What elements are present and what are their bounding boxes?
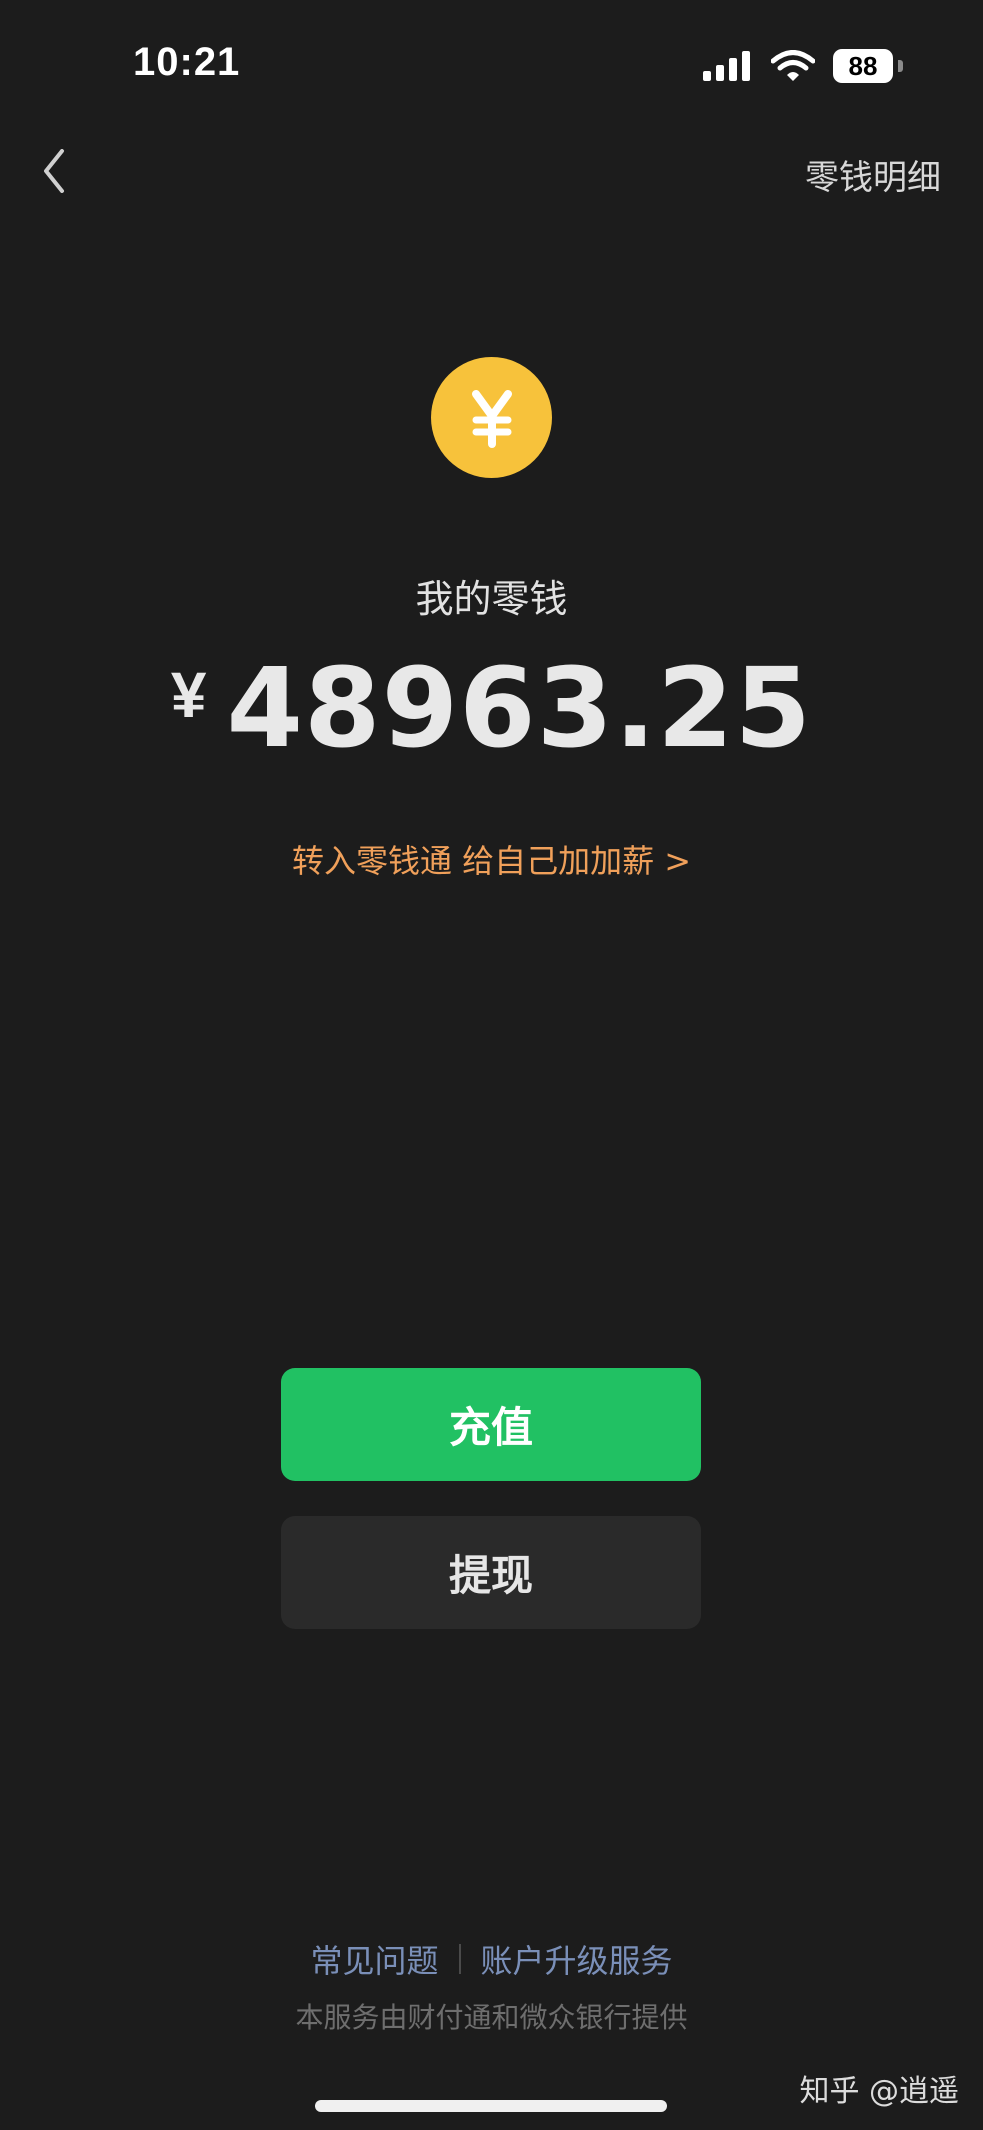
- status-time: 10:21: [133, 40, 241, 84]
- promo-text: 转入零钱通 给自己加加薪: [292, 842, 655, 880]
- battery-tip: [898, 60, 903, 72]
- wifi-icon: [771, 50, 815, 82]
- balance-value: 48963.25: [226, 644, 813, 772]
- service-provider-text: 本服务由财付通和微众银行提供: [295, 2001, 688, 2034]
- battery-icon: 88: [833, 49, 903, 83]
- home-indicator[interactable]: [315, 2100, 667, 2112]
- account-upgrade-link[interactable]: 账户升级服务: [481, 1936, 673, 1982]
- watermark: 知乎 @逍遥: [799, 2074, 959, 2109]
- battery-level: 88: [833, 49, 893, 83]
- chevron-left-icon: [42, 149, 66, 197]
- recharge-button[interactable]: 充值: [281, 1368, 701, 1481]
- chevron-right-icon: >: [664, 842, 691, 880]
- withdraw-button[interactable]: 提现: [281, 1516, 701, 1629]
- footer-links: 常见问题 账户升级服务: [0, 1936, 983, 1982]
- faq-link[interactable]: 常见问题: [310, 1936, 438, 1982]
- balance-label: 我的零钱: [415, 577, 568, 621]
- signal-icon: [703, 51, 753, 81]
- status-icons: 88: [703, 46, 903, 86]
- lingqiantong-promo-link[interactable]: 转入零钱通 给自己加加薪 >: [0, 836, 983, 882]
- yuan-coin-icon: [431, 357, 552, 478]
- balance-amount: ¥48963.25: [0, 648, 983, 768]
- footer-divider: [458, 1944, 461, 1974]
- currency-symbol: ¥: [170, 659, 207, 731]
- change-details-link[interactable]: 零钱明细: [805, 150, 941, 199]
- back-button[interactable]: [34, 148, 74, 198]
